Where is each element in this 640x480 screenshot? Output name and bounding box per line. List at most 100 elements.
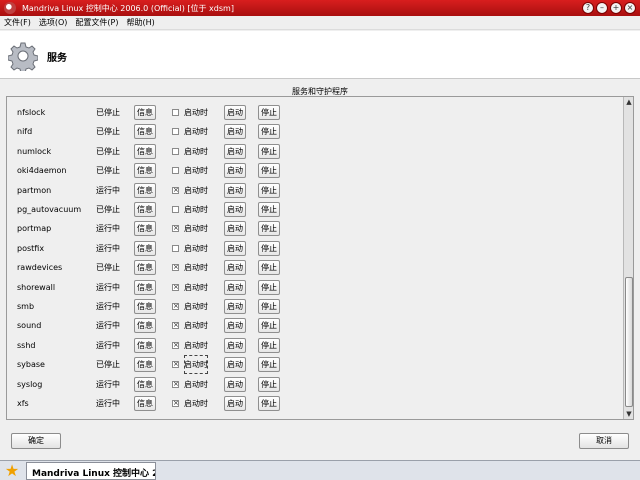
scroll-up-icon[interactable]: ▲ bbox=[624, 97, 633, 107]
service-row: sybase 已停止 信息 × 启动时 启动 停止 bbox=[7, 355, 619, 375]
start-on-boot-checkbox[interactable]: × bbox=[172, 303, 179, 310]
start-on-boot-checkbox[interactable]: × bbox=[172, 225, 179, 233]
menu-help[interactable]: 帮助(H) bbox=[122, 17, 158, 28]
start-on-boot-checkbox[interactable]: × bbox=[172, 283, 179, 291]
start-on-boot-checkbox[interactable]: × bbox=[172, 341, 179, 349]
start-on-boot-label[interactable]: 启动时 bbox=[184, 161, 208, 180]
start-on-boot-label[interactable]: 启动时 bbox=[184, 336, 208, 355]
start-button[interactable]: 启动 bbox=[224, 202, 246, 217]
start-button[interactable]: 启动 bbox=[224, 163, 246, 179]
stop-button[interactable]: 停止 bbox=[258, 105, 280, 120]
info-button[interactable]: 信息 bbox=[134, 318, 156, 334]
stop-button[interactable]: 停止 bbox=[258, 221, 280, 237]
start-on-boot-label[interactable]: 启动时 bbox=[184, 219, 208, 238]
stop-button[interactable]: 停止 bbox=[258, 337, 280, 353]
info-button[interactable]: 信息 bbox=[134, 163, 156, 179]
stop-button[interactable]: 停止 bbox=[258, 318, 280, 334]
start-on-boot-checkbox[interactable] bbox=[172, 244, 179, 252]
start-on-boot-label[interactable]: 启动时 bbox=[184, 181, 208, 200]
vertical-scrollbar[interactable]: ▲ ▼ bbox=[623, 97, 633, 419]
start-on-boot-checkbox[interactable]: × bbox=[172, 186, 179, 194]
stop-button[interactable]: 停止 bbox=[258, 182, 280, 198]
start-button[interactable]: 启动 bbox=[224, 279, 246, 295]
cancel-button[interactable]: 取消 bbox=[579, 433, 629, 449]
start-on-boot-checkbox[interactable] bbox=[172, 167, 179, 175]
stop-button[interactable]: 停止 bbox=[258, 299, 280, 314]
service-name: sshd bbox=[17, 340, 36, 350]
scrollbar-thumb[interactable] bbox=[625, 277, 633, 407]
info-button[interactable]: 信息 bbox=[134, 299, 156, 314]
start-on-boot-checkbox[interactable] bbox=[172, 109, 179, 116]
start-button[interactable]: 启动 bbox=[224, 337, 246, 353]
service-row: nfslock 已停止 信息 启动时 启动 停止 bbox=[7, 103, 619, 122]
close-icon[interactable]: × bbox=[624, 2, 636, 14]
stop-button[interactable]: 停止 bbox=[258, 396, 280, 411]
start-on-boot-label[interactable]: 启动时 bbox=[184, 239, 208, 258]
info-button[interactable]: 信息 bbox=[134, 143, 156, 159]
stop-button[interactable]: 停止 bbox=[258, 260, 280, 276]
info-button[interactable]: 信息 bbox=[134, 337, 156, 353]
stop-button[interactable]: 停止 bbox=[258, 163, 280, 179]
help-icon[interactable]: ? bbox=[582, 2, 594, 14]
start-button[interactable]: 启动 bbox=[224, 124, 246, 140]
info-button[interactable]: 信息 bbox=[134, 124, 156, 140]
info-button[interactable]: 信息 bbox=[134, 260, 156, 276]
menu-profile[interactable]: 配置文件(P) bbox=[71, 17, 122, 28]
start-on-boot-label[interactable]: 启动时 bbox=[184, 375, 208, 394]
menu-options[interactable]: 选项(O) bbox=[35, 17, 72, 28]
start-button[interactable]: 启动 bbox=[224, 221, 246, 237]
info-button[interactable]: 信息 bbox=[134, 202, 156, 217]
info-button[interactable]: 信息 bbox=[134, 376, 156, 392]
info-button[interactable]: 信息 bbox=[134, 105, 156, 120]
stop-button[interactable]: 停止 bbox=[258, 124, 280, 140]
taskbar-item[interactable]: Mandriva Linux 控制中心 2006.0 (Official) bbox=[26, 462, 156, 480]
start-on-boot-label[interactable]: 启动时 bbox=[184, 142, 208, 161]
info-button[interactable]: 信息 bbox=[134, 221, 156, 237]
start-on-boot-label[interactable]: 启动时 bbox=[184, 355, 208, 375]
start-on-boot-label[interactable]: 启动时 bbox=[184, 258, 208, 277]
start-on-boot-checkbox[interactable] bbox=[172, 147, 179, 155]
info-button[interactable]: 信息 bbox=[134, 240, 156, 256]
start-button[interactable]: 启动 bbox=[224, 396, 246, 411]
start-button[interactable]: 启动 bbox=[224, 182, 246, 198]
info-button[interactable]: 信息 bbox=[134, 182, 156, 198]
start-on-boot-label[interactable]: 启动时 bbox=[184, 278, 208, 297]
stop-button[interactable]: 停止 bbox=[258, 279, 280, 295]
start-button[interactable]: 启动 bbox=[224, 105, 246, 120]
stop-button[interactable]: 停止 bbox=[258, 357, 280, 373]
stop-button[interactable]: 停止 bbox=[258, 240, 280, 256]
menu-file[interactable]: 文件(F) bbox=[0, 17, 35, 28]
start-on-boot-checkbox[interactable]: × bbox=[172, 361, 179, 369]
start-button[interactable]: 启动 bbox=[224, 318, 246, 334]
stop-button[interactable]: 停止 bbox=[258, 376, 280, 392]
stop-button[interactable]: 停止 bbox=[258, 143, 280, 159]
maximize-icon[interactable]: + bbox=[610, 2, 622, 14]
minimize-icon[interactable]: – bbox=[596, 2, 608, 14]
start-on-boot-checkbox[interactable]: × bbox=[172, 322, 179, 330]
scroll-down-icon[interactable]: ▼ bbox=[624, 409, 633, 419]
start-on-boot-label[interactable]: 启动时 bbox=[184, 103, 208, 122]
start-button[interactable]: 启动 bbox=[224, 260, 246, 276]
start-button[interactable]: 启动 bbox=[224, 357, 246, 373]
start-on-boot-checkbox[interactable]: × bbox=[172, 380, 179, 388]
start-button[interactable]: 启动 bbox=[224, 299, 246, 314]
start-on-boot-checkbox[interactable]: × bbox=[172, 400, 179, 407]
start-on-boot-checkbox[interactable] bbox=[172, 206, 179, 213]
start-on-boot-label[interactable]: 启动时 bbox=[184, 394, 208, 413]
info-button[interactable]: 信息 bbox=[134, 357, 156, 373]
start-on-boot-checkbox[interactable] bbox=[172, 128, 179, 136]
info-button[interactable]: 信息 bbox=[134, 279, 156, 295]
page-header: 服务 bbox=[0, 31, 640, 79]
info-button[interactable]: 信息 bbox=[134, 396, 156, 411]
start-on-boot-label[interactable]: 启动时 bbox=[184, 297, 208, 316]
start-button[interactable]: 启动 bbox=[224, 240, 246, 256]
start-on-boot-label[interactable]: 启动时 bbox=[184, 122, 208, 141]
star-icon[interactable]: ★ bbox=[3, 462, 21, 480]
start-on-boot-checkbox[interactable]: × bbox=[172, 264, 179, 272]
start-button[interactable]: 启动 bbox=[224, 143, 246, 159]
stop-button[interactable]: 停止 bbox=[258, 202, 280, 217]
start-on-boot-label[interactable]: 启动时 bbox=[184, 200, 208, 219]
start-button[interactable]: 启动 bbox=[224, 376, 246, 392]
ok-button[interactable]: 确定 bbox=[11, 433, 61, 449]
start-on-boot-label[interactable]: 启动时 bbox=[184, 316, 208, 335]
